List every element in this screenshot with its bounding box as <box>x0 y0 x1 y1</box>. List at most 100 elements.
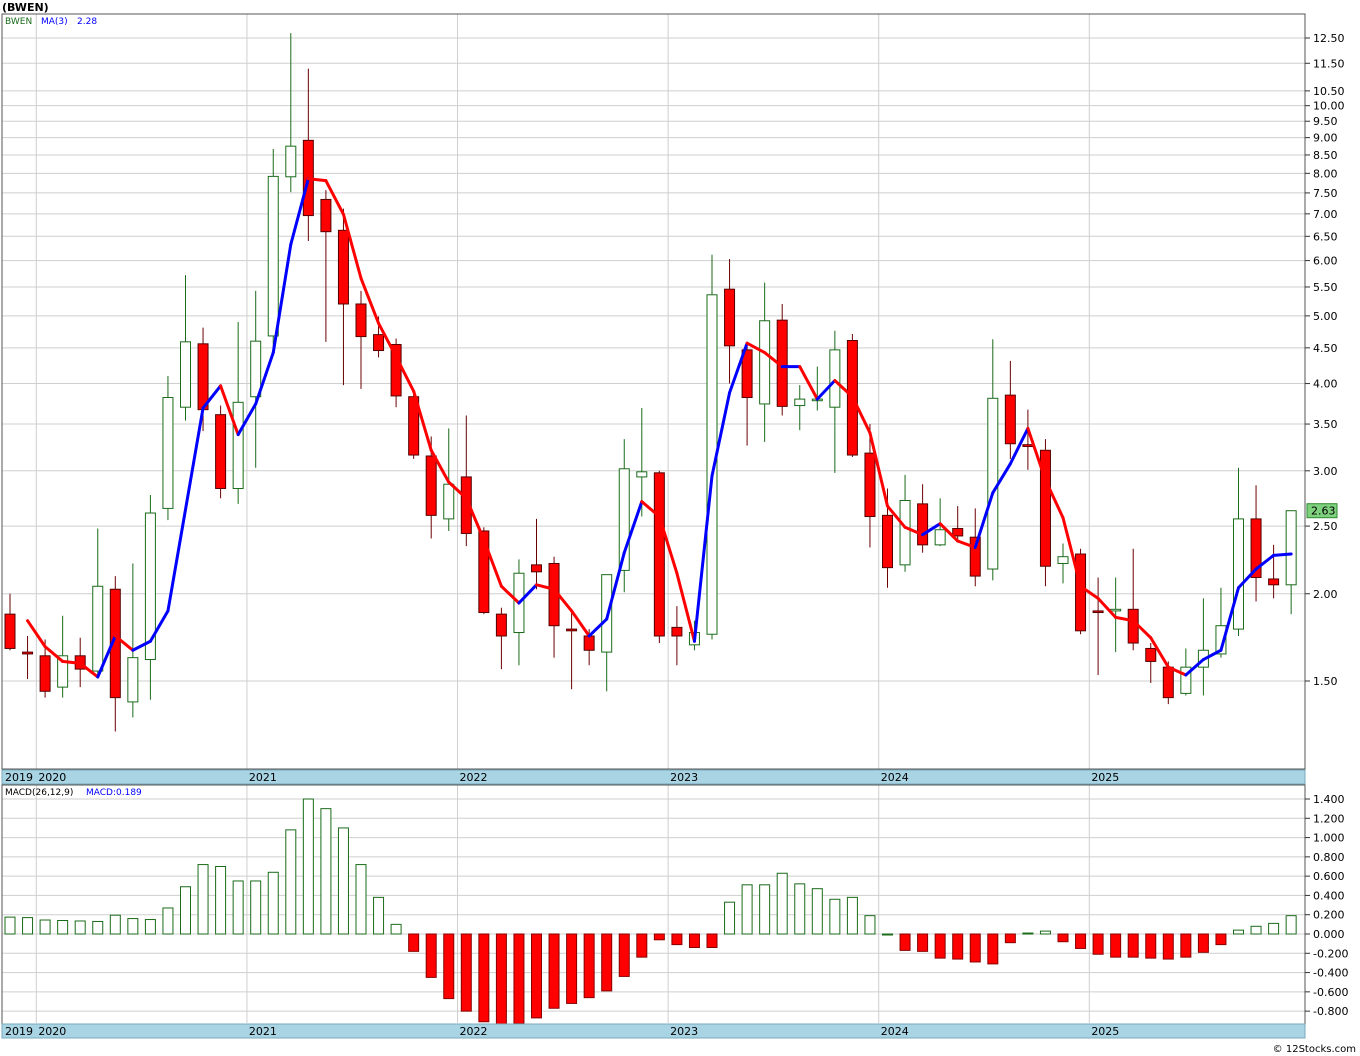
price-tick-label: 3.50 <box>1313 418 1338 431</box>
macd-bar <box>443 933 455 1000</box>
macd-bar <box>688 933 700 948</box>
date-label: 2021 <box>249 771 277 784</box>
candle-body <box>899 500 911 566</box>
macd-tick-label: -0.800 <box>1313 1005 1348 1018</box>
macd-bar <box>1180 933 1192 958</box>
candle-body <box>566 628 578 632</box>
price-tick-label: 12.50 <box>1313 32 1345 45</box>
macd-bar <box>57 920 69 935</box>
candle-body <box>267 175 279 337</box>
macd-bar <box>531 933 542 1019</box>
candle-body <box>1057 556 1069 564</box>
macd-bar <box>829 898 841 935</box>
candle-body <box>320 198 332 233</box>
price-tick-label: 2.50 <box>1313 520 1338 533</box>
candle-body <box>355 303 367 338</box>
macd-bar <box>1004 933 1016 944</box>
macd-bar <box>162 907 174 935</box>
macd-label: MACD(26,12,9) <box>5 788 73 798</box>
candle-body <box>583 635 595 651</box>
macd-bar <box>74 920 86 935</box>
macd-bar <box>1215 933 1227 946</box>
macd-bar <box>882 933 893 936</box>
macd-bar <box>1110 933 1122 958</box>
macd-bar <box>127 918 139 935</box>
macd-tick-label: 0.800 <box>1313 851 1345 864</box>
candle-body <box>882 514 893 569</box>
candle-body <box>215 414 227 489</box>
macd-bar <box>215 866 227 935</box>
macd-bar <box>794 883 806 935</box>
date-label: 2022 <box>460 1025 488 1038</box>
candle-body <box>724 288 736 347</box>
candle-body <box>864 452 876 518</box>
candle-body <box>1075 553 1087 632</box>
macd-bar <box>1092 933 1104 955</box>
macd-bar <box>811 888 823 935</box>
macd-bar <box>373 896 385 935</box>
legend-ma-value: 2.28 <box>77 17 97 27</box>
macd-bar <box>846 896 858 935</box>
price-tick-label: 6.50 <box>1313 230 1338 243</box>
price-tick-label: 8.50 <box>1313 149 1338 162</box>
candle-body <box>180 341 191 408</box>
macd-bar <box>987 933 999 965</box>
candle-body <box>1162 666 1174 699</box>
candle-body <box>1233 518 1244 630</box>
candle <box>706 254 718 640</box>
candle-body <box>934 529 946 546</box>
date-label: 2025 <box>1091 771 1119 784</box>
macd-bar <box>513 933 525 1025</box>
macd-tick-label: 0.200 <box>1313 909 1345 922</box>
macd-bar <box>899 933 911 951</box>
macd-bar <box>1127 933 1139 958</box>
macd-bar <box>232 880 244 935</box>
candle-body <box>39 655 51 692</box>
macd-bar <box>864 915 876 935</box>
price-legend: BWEN MA(3) 2.28 <box>5 17 97 27</box>
macd-bar <box>22 917 34 935</box>
date-label: 2022 <box>460 771 488 784</box>
macd-bar <box>460 933 472 1012</box>
macd-tick-label: 0.400 <box>1313 889 1345 902</box>
macd-bar <box>1197 933 1209 953</box>
macd-bar <box>741 884 753 935</box>
candle-body <box>495 613 507 637</box>
price-tick-label: 4.50 <box>1313 342 1338 355</box>
candle-body <box>653 472 665 637</box>
macd-bar <box>390 923 402 935</box>
date-label: 2025 <box>1091 1025 1119 1038</box>
candle-body <box>1145 647 1157 662</box>
date-label: 2020 <box>38 1025 66 1038</box>
chart-title: (BWEN) <box>2 1 49 14</box>
price-tick-label: 11.50 <box>1313 57 1345 70</box>
macd-tick-label: -0.200 <box>1313 947 1348 960</box>
macd-bar <box>1075 933 1087 949</box>
candle-body <box>1285 510 1297 586</box>
macd-bar <box>969 933 981 963</box>
macd-bar <box>583 933 595 999</box>
candle-body <box>531 564 542 573</box>
date-label: 2019 <box>5 1025 33 1038</box>
macd-bar <box>92 920 104 935</box>
macd-bar <box>934 933 946 959</box>
candle-body <box>285 145 297 178</box>
date-label: 2020 <box>38 771 66 784</box>
ma-segment <box>1272 552 1293 557</box>
watermark: © 12Stocks.com <box>1273 1044 1356 1055</box>
candle-body <box>759 320 771 405</box>
macd-bar <box>495 933 507 1028</box>
candle-body <box>1022 444 1034 448</box>
legend-ma-label: MA(3) <box>41 17 68 27</box>
macd-bar <box>1039 930 1051 935</box>
macd-tick-label: -0.400 <box>1313 967 1348 980</box>
price-tick-label: 9.50 <box>1313 115 1338 128</box>
macd-bar <box>566 933 578 1004</box>
candle-body <box>1092 610 1104 614</box>
candle-body <box>232 401 244 489</box>
macd-bar <box>1022 932 1034 935</box>
candle <box>162 376 174 521</box>
macd-bar <box>109 914 121 935</box>
date-label: 2024 <box>881 1025 909 1038</box>
price-tick-label: 3.00 <box>1313 465 1338 478</box>
